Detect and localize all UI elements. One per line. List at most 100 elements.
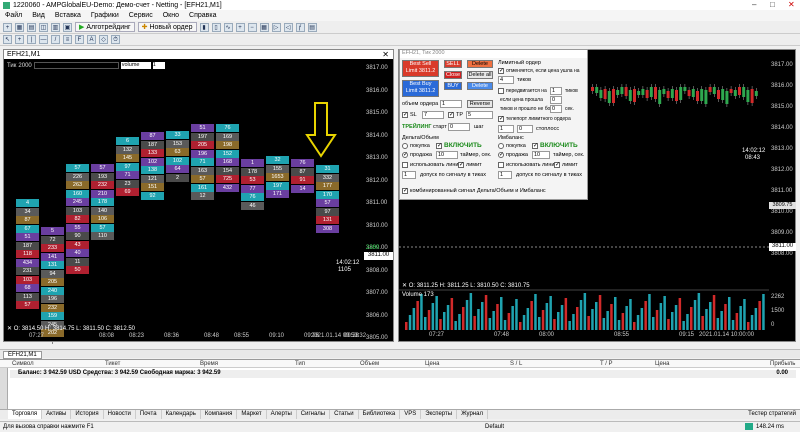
col-volume[interactable]: Объем xyxy=(360,361,379,367)
footprint-toggle-row[interactable] xyxy=(33,62,119,69)
profiles-icon[interactable]: ▦ xyxy=(15,22,24,32)
best-sell-button[interactable]: Best Sell Limit 3811.2 xyxy=(402,60,439,77)
col-price[interactable]: Цена xyxy=(425,361,439,367)
col-sl[interactable]: S / L xyxy=(510,361,522,367)
delta-sell-radio[interactable] xyxy=(402,151,408,158)
tab-vps[interactable]: VPS xyxy=(400,410,422,419)
imb-enable-checkbox[interactable] xyxy=(532,142,538,149)
crosshair-icon[interactable]: + xyxy=(15,35,24,44)
vertical-line-icon[interactable]: | xyxy=(27,35,36,44)
new-chart-icon[interactable]: + xyxy=(3,22,12,32)
shapes-icon[interactable]: ◇ xyxy=(99,35,108,44)
menu-tools[interactable]: Сервис xyxy=(124,12,158,19)
col-time[interactable]: Время xyxy=(200,361,218,367)
imb-limit-checkbox[interactable] xyxy=(554,161,560,168)
buy-button[interactable]: BUY xyxy=(444,82,462,90)
menu-view[interactable]: Вид xyxy=(27,12,50,19)
tile-icon[interactable]: ▦ xyxy=(259,22,269,32)
templates-icon[interactable]: ▤ xyxy=(307,22,317,32)
move-price-checkbox[interactable] xyxy=(498,88,504,94)
tab-trade[interactable]: Торговля xyxy=(8,410,43,419)
chart-shift-icon[interactable]: ◁ xyxy=(283,22,293,32)
trailing-step-input[interactable]: 1 xyxy=(498,125,514,133)
fibo-icon[interactable]: F xyxy=(75,35,84,44)
col-tp[interactable]: T / P xyxy=(600,361,613,367)
tab-mailbox[interactable]: Почта xyxy=(136,410,162,419)
delta-enable-checkbox[interactable] xyxy=(436,142,442,149)
cursor-icon[interactable]: ↖ xyxy=(3,35,12,44)
stoploss-input[interactable]: 0 xyxy=(517,125,533,133)
tab-history[interactable]: История xyxy=(71,410,104,419)
menu-insert[interactable]: Вставка xyxy=(50,12,86,19)
delta-buy-radio[interactable] xyxy=(402,143,408,149)
volume-select[interactable]: volume xyxy=(120,62,151,69)
zoom-out-icon[interactable]: − xyxy=(247,22,257,32)
col-profit[interactable]: Прибыль xyxy=(770,361,795,367)
periods-icon[interactable]: ⏱ xyxy=(111,35,120,44)
strategy-tester-button[interactable]: Тестер стратегий xyxy=(744,410,800,419)
sl-checkbox[interactable] xyxy=(402,111,408,118)
trailing-start-input[interactable]: 0 xyxy=(448,123,470,131)
delta-use-line-checkbox[interactable] xyxy=(402,162,408,168)
tab-alerts[interactable]: Алерты xyxy=(267,410,297,419)
imb-tolerance-input[interactable]: 1 xyxy=(498,171,512,179)
reverse-button[interactable]: Reverse xyxy=(467,100,493,108)
sell-button[interactable]: SELL xyxy=(444,60,462,68)
tab-articles[interactable]: Статьи xyxy=(330,410,359,419)
delta-limit-checkbox[interactable] xyxy=(458,161,464,168)
algotrading-button[interactable]: ▶ Алготрейдинг xyxy=(75,22,135,32)
delete-buy-button[interactable]: Delete xyxy=(467,82,493,90)
tp-checkbox[interactable] xyxy=(448,111,454,118)
left-chart-plot[interactable]: Тик 2000 volume 1 3817.00 3816.00 3815.00 3… xyxy=(4,59,393,344)
trendline-icon[interactable]: / xyxy=(51,35,60,44)
indicators-icon[interactable]: ƒ xyxy=(295,22,305,32)
tab-codebase[interactable]: Библиотека xyxy=(359,410,401,419)
menu-window[interactable]: Окно xyxy=(158,12,184,19)
new-order-button[interactable]: ✚ Новый ордер xyxy=(137,22,197,32)
delete-all-button[interactable]: Delete all xyxy=(467,71,493,79)
horizontal-line-icon[interactable]: — xyxy=(39,35,48,44)
sl-input[interactable]: 7 xyxy=(422,111,444,119)
line-chart-icon[interactable]: ∿ xyxy=(223,22,233,32)
seconds-input[interactable]: 0 xyxy=(550,105,562,113)
imb-use-line-checkbox[interactable] xyxy=(498,162,504,168)
autoscroll-icon[interactable]: ▷ xyxy=(271,22,281,32)
tab-news[interactable]: Новости xyxy=(104,410,136,419)
tab-exposure[interactable]: Активы xyxy=(42,410,72,419)
col-price2[interactable]: Цена xyxy=(655,361,669,367)
text-icon[interactable]: A xyxy=(87,35,96,44)
navigator-icon[interactable]: ◫ xyxy=(39,22,48,32)
menu-charts[interactable]: Графики xyxy=(86,12,124,19)
minimize-icon[interactable]: – xyxy=(752,0,756,9)
imb-timer-input[interactable]: 10 xyxy=(532,151,550,159)
delta-tolerance-input[interactable]: 1 xyxy=(402,171,416,179)
teleport-checkbox[interactable] xyxy=(498,115,504,122)
volume-input[interactable]: 1 xyxy=(440,100,462,108)
bar-chart-icon[interactable]: ▮ xyxy=(199,22,209,32)
col-symbol[interactable]: Символ xyxy=(12,361,34,367)
imb-sell-radio[interactable] xyxy=(498,151,504,158)
col-ticket[interactable]: Тикет xyxy=(105,361,120,367)
data-window-icon[interactable]: ▥ xyxy=(51,22,60,32)
candle-chart-icon[interactable]: ▯ xyxy=(211,22,221,32)
menu-file[interactable]: Файл xyxy=(0,12,27,19)
move-price-input[interactable]: 1 xyxy=(550,87,562,95)
tab-experts[interactable]: Эксперты xyxy=(421,410,458,419)
market-watch-icon[interactable]: ▤ xyxy=(27,22,36,32)
tab-market[interactable]: Маркет xyxy=(237,410,267,419)
tab-signals[interactable]: Сигналы xyxy=(297,410,331,419)
chart-tab-efh21[interactable]: EFH21,M1 xyxy=(3,351,42,359)
close-chart-icon[interactable]: ✕ xyxy=(382,50,389,59)
if-price-input[interactable]: 0 xyxy=(550,96,562,104)
terminal-icon[interactable]: ▣ xyxy=(63,22,72,32)
tab-company[interactable]: Компания xyxy=(201,410,238,419)
delete-sell-button[interactable]: Delete xyxy=(467,60,493,68)
menu-help[interactable]: Справка xyxy=(184,12,221,19)
limit-cancel-checkbox[interactable] xyxy=(498,67,504,74)
close-button[interactable]: Close xyxy=(444,71,462,79)
close-icon[interactable]: ✕ xyxy=(788,0,795,9)
limit-ticks-input[interactable]: 4 xyxy=(498,76,514,84)
tp-input[interactable]: 5 xyxy=(466,111,493,119)
delta-timer-input[interactable]: 10 xyxy=(436,151,458,159)
best-buy-button[interactable]: Best Buy Limit 3811.2 xyxy=(402,80,439,97)
